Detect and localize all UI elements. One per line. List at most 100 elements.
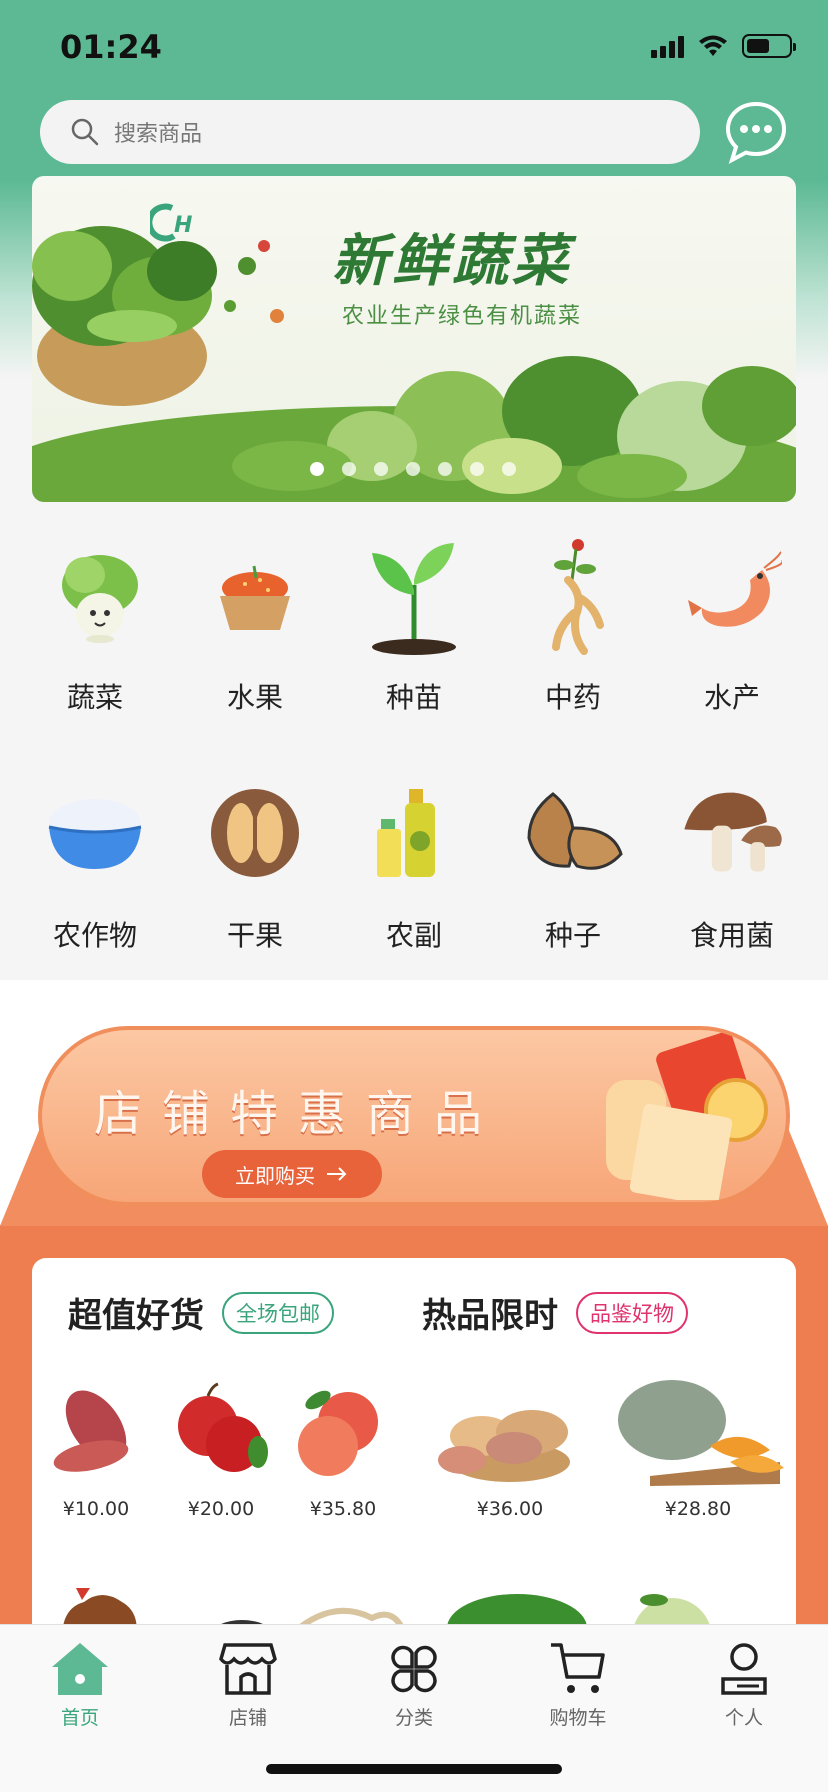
category-label: 蔬菜 <box>66 681 123 714</box>
product-price: ¥35.80 <box>309 1498 377 1520</box>
gift-envelope-illustration <box>606 1031 768 1200</box>
product-price: ¥10.00 <box>62 1498 130 1520</box>
curated-badge: 品鉴好物 <box>576 1291 688 1334</box>
carousel-dot[interactable] <box>470 462 484 476</box>
person-icon <box>721 1643 767 1695</box>
banner-subtitle: 农业生产绿色有机蔬菜 <box>342 304 583 329</box>
free-shipping-badge: 全场包邮 <box>222 1291 334 1334</box>
message-button[interactable] <box>722 98 790 166</box>
section-value-goods[interactable]: 超值好货 全场包邮 <box>68 1288 334 1337</box>
promo-carousel[interactable]: H 新鲜蔬菜 农业生产绿色有机蔬菜 <box>32 176 796 502</box>
category-label: 种苗 <box>385 681 442 714</box>
category-fruit[interactable]: 水果 <box>175 540 335 716</box>
product-peach[interactable]: ¥35.80 <box>288 1376 398 1520</box>
rice-bowl-icon <box>48 799 142 869</box>
cabbage-icon <box>62 555 138 643</box>
category-vegetables[interactable]: 蔬菜 <box>15 540 175 716</box>
category-icon <box>391 1645 437 1693</box>
tab-store[interactable]: 店铺 <box>188 1639 308 1730</box>
search-input[interactable]: 搜索商品 <box>40 100 700 164</box>
category-nuts[interactable]: 干果 <box>175 778 335 954</box>
status-time: 01:24 <box>60 28 162 66</box>
mushroom-icon <box>684 792 782 872</box>
status-bar: 01:24 <box>0 0 828 96</box>
category-crops[interactable]: 农作物 <box>15 778 175 954</box>
category-grid: 蔬菜 水果 种苗 中药 水产 农作物 干果 农副 种子 食用菌 <box>0 520 828 980</box>
category-aquatic[interactable]: 水产 <box>652 540 812 716</box>
walnut-icon <box>211 789 299 877</box>
product-sweet-potato[interactable]: ¥10.00 <box>46 1376 146 1520</box>
store-icon <box>219 1643 277 1695</box>
category-label: 中药 <box>544 681 601 714</box>
product-potato[interactable]: ¥36.00 <box>422 1376 598 1520</box>
buy-now-button[interactable]: 立即购买 <box>202 1150 382 1198</box>
battery-icon <box>742 34 796 58</box>
sweet-potato-image <box>53 1390 129 1472</box>
category-herbal-medicine[interactable]: 中药 <box>493 539 653 716</box>
category-label: 食用菌 <box>689 919 774 952</box>
peach-image <box>298 1390 378 1476</box>
tab-cart[interactable]: 购物车 <box>518 1639 638 1730</box>
cart-icon <box>551 1643 605 1693</box>
tab-label: 店铺 <box>228 1707 267 1729</box>
product-apple[interactable]: ¥20.00 <box>166 1376 276 1520</box>
promo-title: 店铺特惠商品 <box>94 1086 503 1142</box>
carousel-dot[interactable] <box>342 462 356 476</box>
search-placeholder: 搜索商品 <box>114 122 203 147</box>
home-icon <box>52 1643 108 1695</box>
fruit-basket-icon <box>220 565 290 630</box>
potato-image <box>438 1410 570 1482</box>
category-label: 种子 <box>544 919 601 952</box>
tab-home[interactable]: 首页 <box>20 1639 140 1730</box>
category-seedlings[interactable]: 种苗 <box>334 540 494 716</box>
category-label: 水果 <box>226 681 283 714</box>
svg-text:H: H <box>174 213 192 238</box>
chat-bubble-icon <box>725 101 787 165</box>
product-price: ¥36.00 <box>476 1498 544 1520</box>
shrimp-icon <box>688 551 782 627</box>
tab-label: 分类 <box>394 1707 433 1729</box>
apple-image <box>178 1382 268 1472</box>
category-agri-byproducts[interactable]: 农副 <box>334 778 494 954</box>
section-title: 热品限时 <box>422 1296 558 1336</box>
category-edible-fungi[interactable]: 食用菌 <box>652 778 812 954</box>
wifi-icon <box>699 35 727 56</box>
almond-icon <box>527 792 623 870</box>
carousel-dot[interactable] <box>406 462 420 476</box>
buy-now-label: 立即购买 <box>235 1163 315 1188</box>
product-pumpkin[interactable]: ¥28.80 <box>610 1376 786 1520</box>
carousel-dot[interactable] <box>438 462 452 476</box>
oil-bottle-icon <box>377 789 435 877</box>
tab-label: 首页 <box>60 1707 99 1729</box>
category-label: 农作物 <box>52 919 137 952</box>
tab-label: 购物车 <box>549 1707 607 1729</box>
cellular-signal-icon <box>651 34 684 58</box>
carousel-dot[interactable] <box>374 462 388 476</box>
tab-profile[interactable]: 个人 <box>684 1639 804 1730</box>
search-icon <box>71 118 99 146</box>
ginseng-icon <box>552 539 604 655</box>
tab-label: 个人 <box>724 1707 763 1729</box>
carousel-dot[interactable] <box>502 462 516 476</box>
product-price: ¥20.00 <box>187 1498 255 1520</box>
store-deals-banner[interactable]: 店铺特惠商品 立即购买 <box>38 1026 790 1206</box>
seedling-icon <box>372 543 456 655</box>
banner-title: 新鲜蔬菜 <box>332 228 572 294</box>
section-title: 超值好货 <box>68 1296 204 1336</box>
battery-level <box>747 39 769 53</box>
carousel-indicator[interactable] <box>310 462 516 476</box>
category-label: 农副 <box>385 919 442 952</box>
category-label: 水产 <box>703 681 760 714</box>
product-price: ¥28.80 <box>664 1498 732 1520</box>
carousel-dot[interactable] <box>310 462 324 476</box>
category-label: 干果 <box>226 919 283 952</box>
category-seeds[interactable]: 种子 <box>493 778 653 954</box>
home-indicator <box>266 1764 562 1774</box>
goods-card: 超值好货 全场包邮 热品限时 品鉴好物 ¥10.00 ¥20.00 ¥35.80… <box>32 1258 796 1638</box>
tab-category[interactable]: 分类 <box>354 1639 474 1730</box>
status-icons <box>651 34 796 58</box>
pumpkin-image <box>618 1380 784 1486</box>
arrow-right-icon <box>327 1167 347 1181</box>
section-hot-items[interactable]: 热品限时 品鉴好物 <box>422 1288 688 1337</box>
brand-logo: H <box>150 203 192 242</box>
